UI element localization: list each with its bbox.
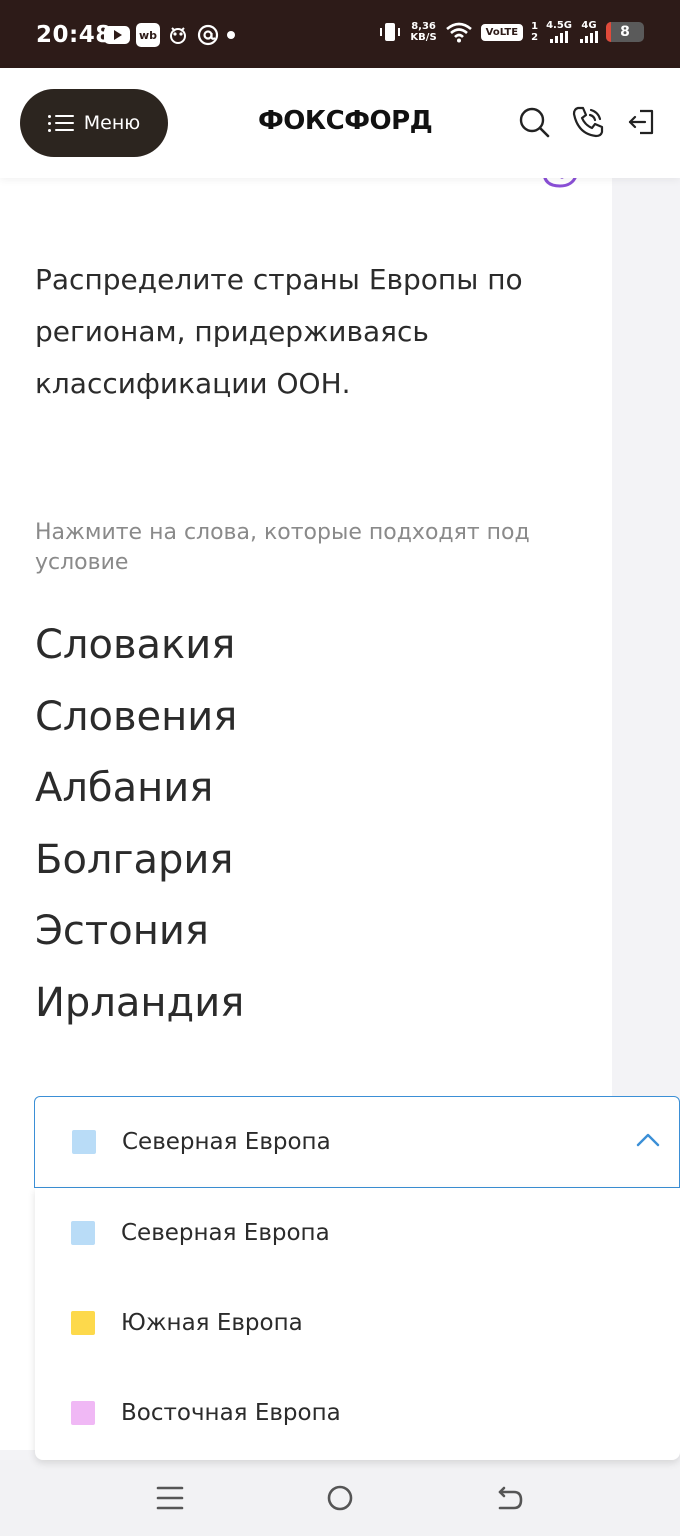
signal-bars-icon bbox=[550, 31, 569, 43]
word-option[interactable]: Болгария bbox=[35, 825, 244, 897]
region-select[interactable]: Северная Европа bbox=[34, 1096, 680, 1188]
site-header: Меню ФОКСФОРД bbox=[0, 68, 680, 178]
region-option-label: Южная Европа bbox=[121, 1310, 303, 1336]
list-icon bbox=[47, 113, 74, 133]
word-option[interactable]: Словения bbox=[35, 682, 244, 754]
network-speed: 8,36 KB/S bbox=[410, 21, 437, 43]
region-swatch bbox=[71, 1221, 95, 1245]
battery-fill bbox=[606, 22, 611, 42]
phone-icon[interactable] bbox=[570, 104, 606, 140]
word-option[interactable]: Албания bbox=[35, 753, 244, 825]
youtube-icon bbox=[104, 26, 130, 44]
region-option-label: Восточная Европа bbox=[121, 1400, 341, 1426]
region-option-north[interactable]: Северная Европа bbox=[35, 1188, 680, 1278]
home-icon[interactable] bbox=[324, 1482, 356, 1514]
recent-apps-icon[interactable] bbox=[154, 1482, 186, 1514]
region-options-list: Северная Европа Южная Европа Восточная Е… bbox=[35, 1188, 680, 1460]
selected-region-label: Северная Европа bbox=[122, 1129, 331, 1155]
word-option[interactable]: Словакия bbox=[35, 610, 244, 682]
status-time: 20:48 bbox=[36, 22, 112, 48]
vibrate-icon bbox=[380, 23, 401, 41]
word-list: Словакия Словения Албания Болгария Эстон… bbox=[35, 610, 244, 1039]
foxford-logo[interactable]: ФОКСФОРД bbox=[258, 106, 433, 136]
battery-icon: 8 bbox=[606, 22, 644, 42]
signal-1: 4.5G bbox=[546, 21, 572, 43]
at-icon bbox=[197, 24, 219, 46]
signal-2: 4G bbox=[580, 21, 598, 43]
sim-slots: 1 2 bbox=[531, 21, 539, 43]
task-question: Распределите страны Европы по регионам, … bbox=[35, 263, 523, 400]
notification-icons: wb bbox=[104, 23, 236, 47]
bug-icon bbox=[170, 27, 187, 44]
dot-icon bbox=[227, 31, 236, 39]
chevron-up-icon[interactable] bbox=[635, 1131, 661, 1147]
signal-bars-icon bbox=[580, 31, 598, 43]
system-nav-bar bbox=[0, 1460, 680, 1536]
selected-region-swatch bbox=[72, 1130, 96, 1154]
battery-level: 8 bbox=[620, 24, 630, 40]
login-icon[interactable] bbox=[624, 104, 660, 140]
back-icon[interactable] bbox=[494, 1482, 526, 1514]
search-icon[interactable] bbox=[516, 104, 552, 140]
region-option-label: Северная Европа bbox=[121, 1220, 330, 1246]
word-option[interactable]: Эстония bbox=[35, 896, 244, 968]
region-option-south[interactable]: Южная Европа bbox=[35, 1278, 680, 1368]
menu-button-label: Меню bbox=[83, 112, 141, 134]
task-card: Распределите страны Европы по регионам, … bbox=[0, 172, 612, 1090]
word-option[interactable]: Ирландия bbox=[35, 968, 244, 1040]
status-bar: 20:48 wb 8,36 KB/S VoLTE 1 2 4.5G 4G 8 bbox=[0, 0, 680, 68]
system-icons: 8,36 KB/S VoLTE 1 2 4.5G 4G 8 bbox=[378, 20, 644, 44]
wifi-icon bbox=[445, 22, 472, 43]
task-instruction: Нажмите на слова, которые подходят под у… bbox=[35, 520, 530, 575]
region-swatch bbox=[71, 1311, 95, 1335]
wb-icon: wb bbox=[136, 23, 161, 47]
menu-button[interactable]: Меню bbox=[20, 89, 168, 157]
volte-badge: VoLTE bbox=[480, 23, 524, 41]
region-option-east[interactable]: Восточная Европа bbox=[35, 1368, 680, 1458]
region-swatch bbox=[71, 1401, 95, 1425]
